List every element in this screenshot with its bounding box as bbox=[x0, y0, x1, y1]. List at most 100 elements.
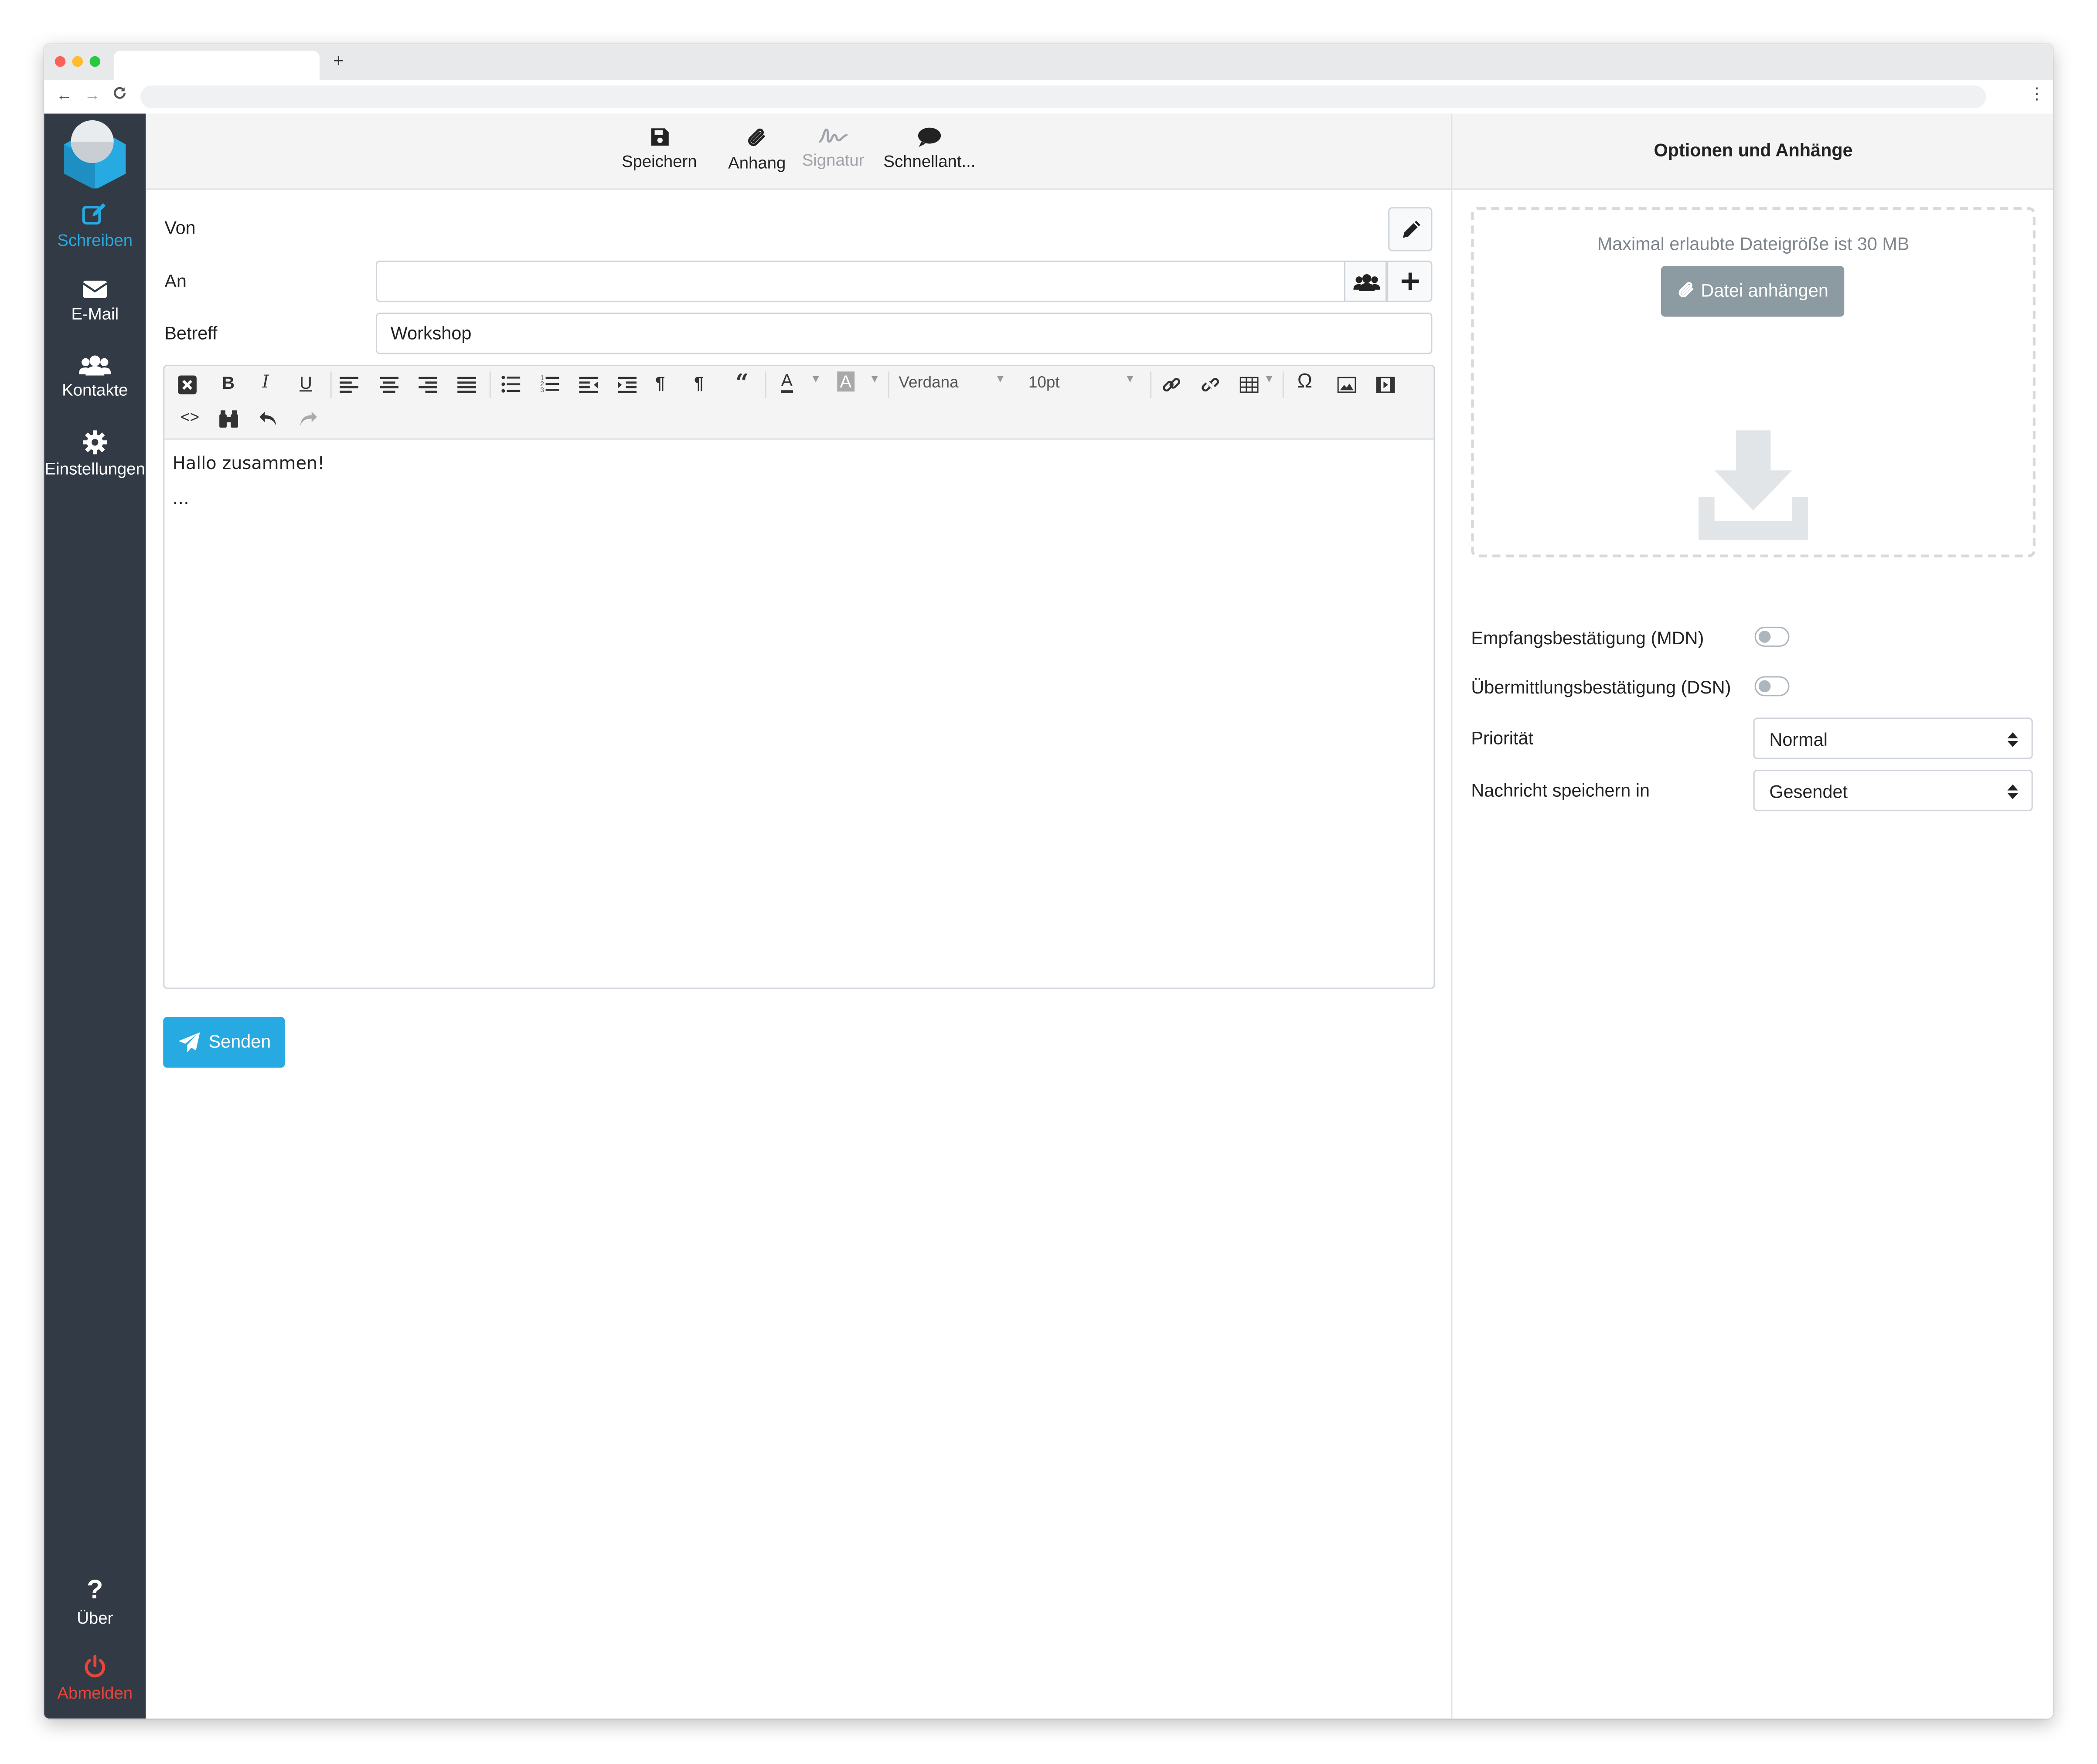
rtl-direction-icon[interactable]: ¶ bbox=[694, 373, 704, 393]
bold-icon[interactable]: B bbox=[222, 373, 235, 393]
italic-icon[interactable]: I bbox=[262, 373, 269, 393]
body-line: ... bbox=[172, 489, 189, 510]
save-in-select[interactable]: Gesendet bbox=[1753, 769, 2033, 812]
power-icon bbox=[85, 1655, 106, 1678]
chevron-down-icon[interactable]: ▼ bbox=[1125, 373, 1135, 385]
back-arrow-icon[interactable]: ← bbox=[56, 85, 72, 104]
numbered-list-icon[interactable]: 123 bbox=[540, 374, 559, 393]
attachment-dropzone[interactable]: Maximal erlaubte Dateigröße ist 30 MB Da… bbox=[1471, 207, 2036, 557]
quick-reply-button[interactable]: Schnellant... bbox=[875, 114, 984, 189]
quick-reply-label: Schnellant... bbox=[883, 152, 976, 171]
nav-email[interactable]: E-Mail bbox=[44, 278, 146, 323]
undo-icon[interactable] bbox=[259, 410, 278, 426]
chevron-down-icon[interactable]: ▼ bbox=[810, 373, 821, 385]
zoom-window-dot[interactable] bbox=[89, 56, 101, 67]
reload-icon[interactable] bbox=[112, 85, 127, 104]
question-icon: ? bbox=[87, 1575, 103, 1605]
unlink-icon[interactable] bbox=[1201, 375, 1220, 394]
nav-contacts[interactable]: Kontakte bbox=[44, 354, 146, 400]
app-logo bbox=[60, 119, 130, 195]
media-icon[interactable] bbox=[1376, 377, 1395, 393]
nav-logout[interactable]: Abmelden bbox=[44, 1655, 146, 1703]
browser-menu-icon[interactable]: ⋮ bbox=[2029, 84, 2045, 103]
sort-caret-icon bbox=[2007, 732, 2019, 747]
align-center-icon[interactable] bbox=[380, 377, 399, 393]
image-icon[interactable] bbox=[1337, 377, 1356, 393]
subject-input[interactable]: Workshop bbox=[375, 313, 1433, 354]
nav-compose[interactable]: Schreiben bbox=[44, 202, 146, 250]
dsn-toggle[interactable] bbox=[1754, 676, 1790, 697]
special-character-icon[interactable]: Ω bbox=[1297, 370, 1312, 393]
ltr-direction-icon[interactable]: ¶ bbox=[655, 373, 665, 393]
options-panel: Optionen und Anhänge Maximal erlaubte Da… bbox=[1451, 113, 2053, 1719]
minimize-window-dot[interactable] bbox=[72, 56, 83, 67]
save-in-value: Gesendet bbox=[1769, 782, 1848, 802]
font-size-select[interactable]: 10pt bbox=[1028, 373, 1060, 391]
mdn-toggle[interactable] bbox=[1754, 626, 1790, 647]
source-code-icon[interactable]: <> bbox=[180, 408, 199, 426]
clear-formatting-icon[interactable] bbox=[177, 374, 198, 395]
nav-about[interactable]: ? Über bbox=[44, 1577, 146, 1628]
signature-button[interactable]: Signatur bbox=[798, 114, 868, 189]
message-body[interactable]: Hallo zusammen! ... bbox=[173, 454, 325, 509]
envelope-icon bbox=[83, 280, 107, 298]
chevron-down-icon[interactable]: ▼ bbox=[869, 373, 880, 385]
background-color-icon[interactable]: A bbox=[837, 371, 854, 392]
chevron-down-icon[interactable]: ▼ bbox=[995, 373, 1005, 385]
max-file-size-text: Maximal erlaubte Dateigröße ist 30 MB bbox=[1597, 234, 1910, 254]
mdn-label: Empfangsbestätigung (MDN) bbox=[1471, 628, 1704, 648]
nav-settings[interactable]: Einstellungen bbox=[44, 430, 146, 479]
text-color-icon[interactable]: A bbox=[781, 371, 793, 393]
align-justify-icon[interactable] bbox=[457, 377, 477, 393]
outdent-icon[interactable] bbox=[579, 377, 598, 393]
forward-arrow-icon[interactable]: → bbox=[84, 85, 100, 104]
compose-icon bbox=[82, 203, 106, 225]
link-icon[interactable] bbox=[1162, 376, 1181, 394]
compose-toolbar: Speichern Anhang Signatur Schnellant... bbox=[146, 113, 1451, 190]
nav-settings-label: Einstellungen bbox=[44, 459, 145, 479]
signature-icon bbox=[818, 128, 848, 143]
address-book-button[interactable] bbox=[1344, 260, 1387, 302]
blockquote-icon[interactable]: “ bbox=[735, 370, 749, 397]
save-in-label: Nachricht speichern in bbox=[1471, 780, 1650, 801]
toolbar-divider bbox=[1282, 371, 1284, 398]
nav-about-label: Über bbox=[77, 1609, 113, 1628]
sort-caret-icon bbox=[2007, 784, 2019, 799]
table-icon[interactable] bbox=[1239, 377, 1259, 393]
floppy-disk-icon bbox=[650, 128, 668, 146]
nav-email-label: E-Mail bbox=[71, 305, 119, 323]
align-left-icon[interactable] bbox=[340, 377, 359, 393]
redo-icon[interactable] bbox=[298, 410, 317, 426]
new-tab-button[interactable]: + bbox=[333, 49, 344, 71]
toolbar-divider bbox=[1150, 371, 1152, 398]
url-field[interactable] bbox=[140, 85, 1986, 109]
font-family-select[interactable]: Verdana bbox=[899, 373, 958, 391]
editor-toolbar: B I U 123 ¶ ¶ “ A ▼ A ▼ Verdana ▼ 10pt ▼… bbox=[164, 366, 1434, 440]
nav-logout-label: Abmelden bbox=[57, 1684, 133, 1703]
close-window-dot[interactable] bbox=[54, 56, 66, 67]
align-right-icon[interactable] bbox=[419, 377, 438, 393]
browser-tab[interactable] bbox=[113, 51, 320, 80]
send-button[interactable]: Senden bbox=[163, 1017, 285, 1068]
signature-label: Signatur bbox=[802, 151, 865, 170]
message-editor: B I U 123 ¶ ¶ “ A ▼ A ▼ Verdana ▼ 10pt ▼… bbox=[163, 364, 1435, 989]
add-recipient-field-button[interactable] bbox=[1387, 260, 1433, 302]
attachment-button[interactable]: Anhang bbox=[722, 114, 792, 189]
save-button[interactable]: Speichern bbox=[615, 114, 703, 189]
toolbar-divider bbox=[765, 371, 766, 398]
find-replace-icon[interactable] bbox=[219, 410, 238, 428]
bullet-list-icon[interactable] bbox=[501, 376, 521, 393]
underline-icon[interactable]: U bbox=[300, 373, 312, 393]
edit-sender-button[interactable] bbox=[1388, 207, 1433, 252]
contacts-icon bbox=[78, 355, 111, 376]
toolbar-divider bbox=[489, 371, 491, 398]
download-icon bbox=[1698, 430, 1808, 540]
priority-select[interactable]: Normal bbox=[1753, 717, 2033, 759]
to-input[interactable] bbox=[375, 260, 1346, 302]
indent-icon[interactable] bbox=[618, 377, 637, 393]
attach-file-button[interactable]: Datei anhängen bbox=[1661, 266, 1845, 317]
nav-compose-label: Schreiben bbox=[57, 231, 133, 250]
chevron-down-icon[interactable]: ▼ bbox=[1264, 373, 1274, 385]
send-label: Senden bbox=[208, 1031, 271, 1052]
browser-tab-bar: + bbox=[44, 44, 2053, 80]
